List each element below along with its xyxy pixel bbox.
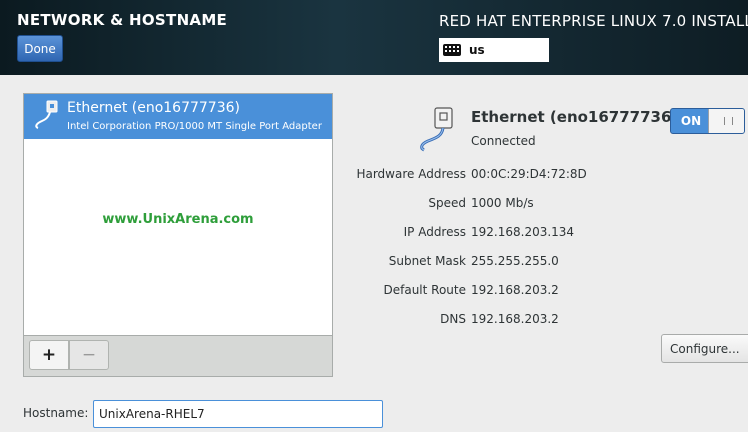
toggle-on-label: ON xyxy=(680,114,702,128)
ethernet-icon xyxy=(420,107,453,152)
keyboard-layout-indicator[interactable]: us xyxy=(439,38,549,62)
keyboard-icon xyxy=(443,44,461,56)
connection-status: Connected xyxy=(471,134,536,148)
done-button[interactable]: Done xyxy=(17,35,63,62)
subnet-mask-label: Subnet Mask xyxy=(388,254,466,268)
hardware-address-value: 00:0C:29:D4:72:8D xyxy=(471,167,587,181)
device-detail-name: Ethernet (eno16777736) xyxy=(471,108,679,126)
add-device-button[interactable]: + xyxy=(29,340,69,370)
dns-value: 192.168.203.2 xyxy=(471,312,559,326)
hostname-input[interactable] xyxy=(93,400,383,428)
hardware-address-label: Hardware Address xyxy=(356,167,466,181)
device-description: Intel Corporation PRO/1000 MT Single Por… xyxy=(67,121,322,132)
speed-value: 1000 Mb/s xyxy=(471,196,534,210)
configure-button[interactable]: Configure... xyxy=(661,334,748,363)
default-route-value: 192.168.203.2 xyxy=(471,283,559,297)
device-list-toolbar: + − xyxy=(23,336,333,377)
page-title: NETWORK & HOSTNAME xyxy=(17,11,228,29)
keyboard-layout-label: us xyxy=(469,43,485,57)
connection-toggle[interactable]: ON xyxy=(670,108,745,134)
product-title: RED HAT ENTERPRISE LINUX 7.0 INSTALLATI xyxy=(439,12,748,30)
header-bar: NETWORK & HOSTNAME Done RED HAT ENTERPRI… xyxy=(0,0,748,75)
remove-device-button[interactable]: − xyxy=(69,340,109,370)
device-list-item-eno16777736[interactable]: Ethernet (eno16777736) Intel Corporation… xyxy=(24,94,332,139)
device-list: Ethernet (eno16777736) Intel Corporation… xyxy=(23,93,333,336)
toggle-knob[interactable] xyxy=(708,109,744,133)
ip-address-value: 192.168.203.134 xyxy=(471,225,575,239)
dns-label: DNS xyxy=(440,312,466,326)
ip-address-label: IP Address xyxy=(403,225,466,239)
default-route-label: Default Route xyxy=(383,283,467,297)
speed-label: Speed xyxy=(428,196,466,210)
hostname-label: Hostname: xyxy=(23,406,89,420)
watermark-text: www.UnixArena.com xyxy=(102,212,254,227)
device-name: Ethernet (eno16777736) xyxy=(67,100,240,116)
ethernet-icon xyxy=(35,100,58,129)
subnet-mask-value: 255.255.255.0 xyxy=(471,254,559,268)
